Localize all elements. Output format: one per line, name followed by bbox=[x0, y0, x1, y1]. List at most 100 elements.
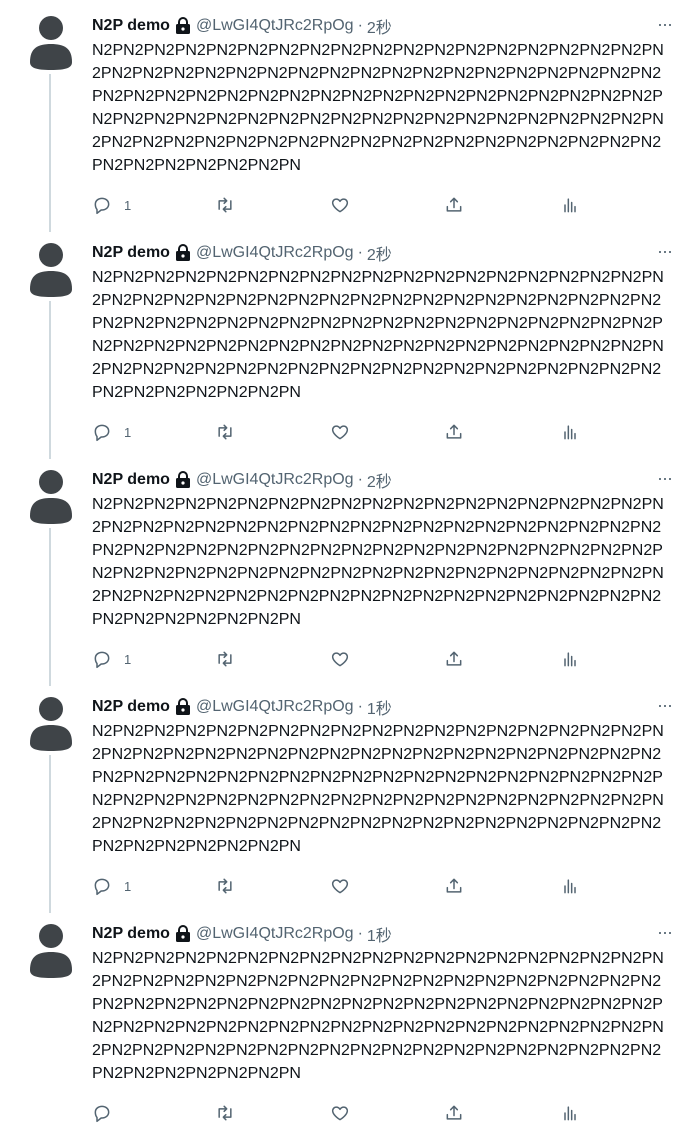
default-avatar-icon bbox=[30, 16, 72, 70]
like-button[interactable] bbox=[330, 647, 350, 671]
author-name[interactable]: N2P demo bbox=[92, 17, 170, 35]
retweet-button[interactable] bbox=[215, 193, 235, 217]
analytics-button[interactable] bbox=[560, 647, 580, 671]
reply-count: 1 bbox=[124, 878, 132, 894]
reply-button[interactable]: 1 bbox=[92, 420, 131, 444]
share-button[interactable] bbox=[444, 1101, 464, 1125]
like-icon bbox=[331, 879, 349, 894]
like-icon bbox=[331, 1106, 349, 1121]
share-icon bbox=[446, 197, 462, 212]
more-icon[interactable]: ··· bbox=[657, 241, 673, 261]
lock-icon bbox=[175, 17, 190, 34]
more-icon[interactable]: ··· bbox=[657, 468, 673, 488]
tweet[interactable]: N2P demo @LwGI4QtJRc2RpOg · 1秒 ··· N2PN2… bbox=[0, 908, 700, 1135]
tweet[interactable]: N2P demo @LwGI4QtJRc2RpOg · 2秒 ··· N2PN2… bbox=[0, 454, 700, 686]
default-avatar-icon bbox=[30, 924, 72, 978]
analytics-icon bbox=[564, 425, 576, 440]
tweet-header: N2P demo @LwGI4QtJRc2RpOg · 1秒 ··· bbox=[92, 695, 678, 719]
timestamp[interactable]: 2秒 bbox=[367, 14, 392, 38]
retweet-button[interactable] bbox=[215, 420, 235, 444]
timestamp[interactable]: 2秒 bbox=[367, 468, 392, 492]
tweet-actions: 1 bbox=[92, 420, 612, 446]
tweet-text: N2PN2PN2PN2PN2PN2PN2PN2PN2PN2PN2PN2PN2PN… bbox=[92, 496, 664, 628]
author-handle[interactable]: @LwGI4QtJRc2RpOg bbox=[196, 471, 354, 489]
share-icon bbox=[446, 878, 462, 893]
analytics-button[interactable] bbox=[560, 1101, 580, 1125]
reply-button[interactable] bbox=[92, 1101, 124, 1125]
retweet-icon bbox=[218, 424, 232, 440]
thread-connector-line bbox=[49, 301, 51, 459]
more-icon[interactable]: ··· bbox=[657, 14, 673, 34]
author-handle[interactable]: @LwGI4QtJRc2RpOg bbox=[196, 17, 354, 35]
retweet-icon bbox=[218, 878, 232, 894]
like-button[interactable] bbox=[330, 420, 350, 444]
reply-icon bbox=[94, 197, 110, 215]
tweet-text: N2PN2PN2PN2PN2PN2PN2PN2PN2PN2PN2PN2PN2PN… bbox=[92, 950, 664, 1082]
author-name[interactable]: N2P demo bbox=[92, 471, 170, 489]
like-button[interactable] bbox=[330, 1101, 350, 1125]
default-avatar-icon bbox=[30, 697, 72, 751]
timeline: N2P demo @LwGI4QtJRc2RpOg · 2秒 ··· N2PN2… bbox=[0, 0, 700, 1138]
more-icon[interactable]: ··· bbox=[657, 922, 673, 942]
default-avatar-icon bbox=[30, 470, 72, 524]
author-name[interactable]: N2P demo bbox=[92, 244, 170, 262]
like-button[interactable] bbox=[330, 193, 350, 217]
timestamp[interactable]: 1秒 bbox=[367, 695, 392, 719]
reply-icon bbox=[94, 424, 110, 442]
tweet-actions: 1 bbox=[92, 193, 612, 219]
reply-button[interactable]: 1 bbox=[92, 193, 131, 217]
reply-icon bbox=[94, 651, 110, 669]
author-handle[interactable]: @LwGI4QtJRc2RpOg bbox=[196, 925, 354, 943]
retweet-icon bbox=[218, 1105, 232, 1121]
retweet-button[interactable] bbox=[215, 647, 235, 671]
separator-dot: · bbox=[357, 244, 363, 261]
default-avatar-icon bbox=[30, 243, 72, 297]
tweet-actions: 1 bbox=[92, 647, 612, 673]
separator-dot: · bbox=[357, 698, 363, 715]
share-button[interactable] bbox=[444, 647, 464, 671]
analytics-icon bbox=[564, 879, 576, 894]
like-icon bbox=[331, 198, 349, 213]
retweet-icon bbox=[218, 197, 232, 213]
like-icon bbox=[331, 425, 349, 440]
analytics-button[interactable] bbox=[560, 420, 580, 444]
retweet-icon bbox=[218, 651, 232, 667]
analytics-button[interactable] bbox=[560, 874, 580, 898]
author-handle[interactable]: @LwGI4QtJRc2RpOg bbox=[196, 698, 354, 716]
separator-dot: · bbox=[357, 17, 363, 34]
tweet-text: N2PN2PN2PN2PN2PN2PN2PN2PN2PN2PN2PN2PN2PN… bbox=[92, 269, 664, 401]
avatar[interactable] bbox=[30, 468, 72, 524]
reply-icon bbox=[94, 878, 110, 896]
avatar[interactable] bbox=[30, 241, 72, 297]
more-icon[interactable]: ··· bbox=[657, 695, 673, 715]
thread-connector-line bbox=[49, 755, 51, 913]
reply-button[interactable]: 1 bbox=[92, 874, 131, 898]
like-icon bbox=[331, 652, 349, 667]
share-button[interactable] bbox=[444, 193, 464, 217]
lock-icon bbox=[175, 925, 190, 942]
avatar[interactable] bbox=[30, 695, 72, 751]
reply-button[interactable]: 1 bbox=[92, 647, 131, 671]
tweet[interactable]: N2P demo @LwGI4QtJRc2RpOg · 2秒 ··· N2PN2… bbox=[0, 227, 700, 459]
retweet-button[interactable] bbox=[215, 874, 235, 898]
retweet-button[interactable] bbox=[215, 1101, 235, 1125]
author-name[interactable]: N2P demo bbox=[92, 698, 170, 716]
like-button[interactable] bbox=[330, 874, 350, 898]
tweet-header: N2P demo @LwGI4QtJRc2RpOg · 2秒 ··· bbox=[92, 468, 678, 492]
timestamp[interactable]: 1秒 bbox=[367, 922, 392, 946]
author-name[interactable]: N2P demo bbox=[92, 925, 170, 943]
avatar[interactable] bbox=[30, 14, 72, 70]
analytics-button[interactable] bbox=[560, 193, 580, 217]
share-button[interactable] bbox=[444, 420, 464, 444]
share-icon bbox=[446, 1105, 462, 1120]
tweet-header: N2P demo @LwGI4QtJRc2RpOg · 1秒 ··· bbox=[92, 922, 678, 946]
tweet[interactable]: N2P demo @LwGI4QtJRc2RpOg · 1秒 ··· N2PN2… bbox=[0, 681, 700, 913]
reply-count: 1 bbox=[124, 651, 132, 667]
timestamp[interactable]: 2秒 bbox=[367, 241, 392, 265]
author-handle[interactable]: @LwGI4QtJRc2RpOg bbox=[196, 244, 354, 262]
avatar[interactable] bbox=[30, 922, 72, 978]
tweet[interactable]: N2P demo @LwGI4QtJRc2RpOg · 2秒 ··· N2PN2… bbox=[0, 0, 700, 232]
lock-icon bbox=[175, 698, 190, 715]
share-button[interactable] bbox=[444, 874, 464, 898]
separator-dot: · bbox=[357, 925, 363, 942]
